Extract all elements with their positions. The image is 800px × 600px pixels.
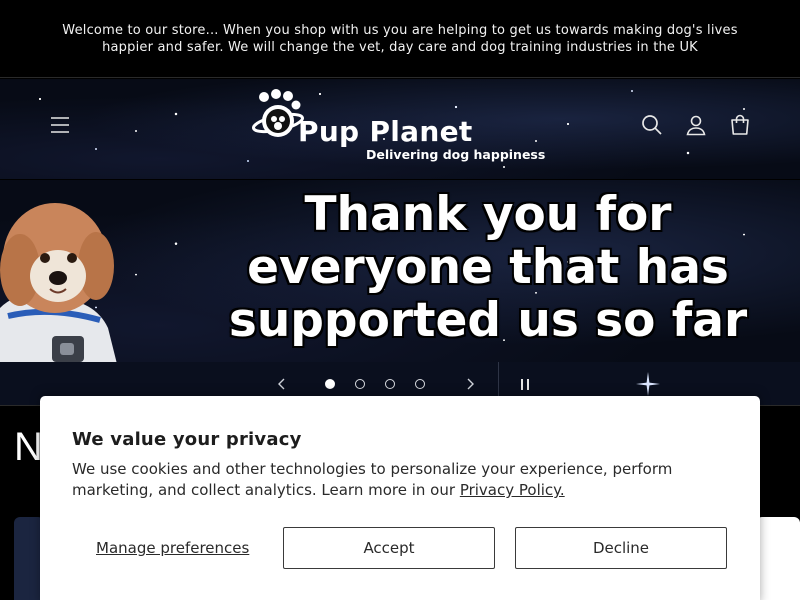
announcement-text: Welcome to our store... When you shop wi… xyxy=(62,22,738,55)
logo-name: Pup Planet xyxy=(298,115,473,148)
section-heading: N xyxy=(14,425,43,469)
consent-title: We value your privacy xyxy=(72,429,302,450)
hamburger-menu-icon[interactable] xyxy=(46,111,74,139)
slide-dot-2[interactable] xyxy=(355,379,365,389)
privacy-consent-dialog: We value your privacy We use cookies and… xyxy=(40,396,760,600)
announcement-bar: Welcome to our store... When you shop wi… xyxy=(0,0,800,78)
search-icon[interactable] xyxy=(638,111,666,139)
privacy-policy-link[interactable]: Privacy Policy. xyxy=(460,481,565,499)
astronaut-dog-image xyxy=(0,203,117,362)
slide-dot-4[interactable] xyxy=(415,379,425,389)
chevron-left-icon[interactable] xyxy=(268,370,296,398)
account-icon[interactable] xyxy=(682,111,710,139)
logo-tagline: Delivering dog happiness xyxy=(366,147,546,162)
planet-paw-logo-icon xyxy=(252,89,304,137)
hero-slide: Thank you for everyone that has supporte… xyxy=(0,180,800,362)
slide-dot-3[interactable] xyxy=(385,379,395,389)
star-sparkle-icon xyxy=(636,372,660,396)
product-card[interactable] xyxy=(756,517,800,600)
consent-description: We use cookies and other technologies to… xyxy=(72,459,712,501)
accept-button[interactable]: Accept xyxy=(283,527,495,569)
consent-description-text: We use cookies and other technologies to… xyxy=(72,460,673,499)
hero-slide-text: Thank you for everyone that has supporte… xyxy=(228,187,748,348)
chevron-right-icon[interactable] xyxy=(456,370,484,398)
site-header: Pup Planet Delivering dog happiness xyxy=(0,79,800,179)
decline-button[interactable]: Decline xyxy=(515,527,727,569)
site-logo[interactable]: Pup Planet Delivering dog happiness xyxy=(250,87,550,171)
slide-dot-1[interactable] xyxy=(325,379,335,389)
manage-preferences-link[interactable]: Manage preferences xyxy=(96,527,276,569)
cart-icon[interactable] xyxy=(726,111,754,139)
